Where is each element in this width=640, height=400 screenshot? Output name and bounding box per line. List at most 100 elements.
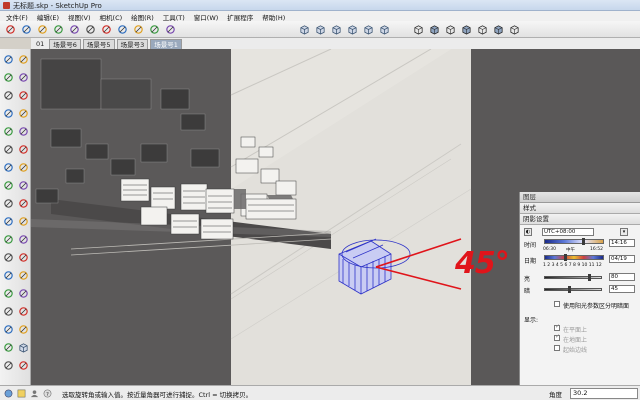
tray-shadows-header[interactable]: 阴影设置 [520,214,640,225]
section-icon[interactable] [17,323,30,336]
hidden-line-icon[interactable] [460,23,473,36]
push-pull-icon[interactable] [116,23,129,36]
from-edges-checkbox[interactable] [554,345,560,351]
zoom-extents-icon[interactable] [2,341,15,354]
arc-icon[interactable] [2,143,15,156]
line-icon[interactable] [2,89,15,102]
menu-draw[interactable]: 绘图(R) [127,11,159,22]
paint-bucket-icon[interactable] [164,23,177,36]
circle-icon[interactable] [2,125,15,138]
iso-view-icon[interactable] [298,23,311,36]
dark-slider[interactable] [544,288,602,291]
use-sun-checkbox[interactable] [554,301,560,307]
measurements-box[interactable]: 30.2 [570,388,638,399]
push-pull-icon[interactable] [2,161,15,174]
previous-view-icon[interactable] [17,341,30,354]
help-icon[interactable]: ? [43,389,52,398]
date-field[interactable]: 04/19 [609,255,635,263]
shaded-textures-icon[interactable] [492,23,505,36]
dark-slider-thumb[interactable] [568,286,571,293]
scale-icon[interactable] [17,197,30,210]
zoom-extents-icon[interactable] [84,23,97,36]
front-view-icon[interactable] [330,23,343,36]
position-camera-icon[interactable] [2,323,15,336]
tape-measure-icon[interactable] [132,23,145,36]
zoom-window-icon[interactable] [68,23,81,36]
offset-icon[interactable] [2,197,15,210]
eraser-icon[interactable] [148,23,161,36]
geo-location-icon[interactable] [4,389,13,398]
monochrome-icon[interactable] [508,23,521,36]
scene-tab[interactable]: 场景号5 [82,39,115,49]
warehouse-icon[interactable] [17,359,30,372]
zoom-icon[interactable] [2,287,15,300]
xray-icon[interactable] [412,23,425,36]
menu-view[interactable]: 视图(V) [64,11,96,22]
menu-window[interactable]: 窗口(W) [190,11,224,22]
follow-me-icon[interactable] [17,161,30,174]
on-faces-checkbox[interactable] [554,323,560,331]
eraser-icon[interactable] [17,53,30,66]
select-icon[interactable] [4,23,17,36]
right-view-icon[interactable] [346,23,359,36]
3d-text-icon[interactable] [17,251,30,264]
time-slider-thumb[interactable] [582,238,585,245]
paint-bucket-icon[interactable] [2,71,15,84]
time-field[interactable]: 14:16 [609,239,635,247]
menu-edit[interactable]: 编辑(E) [33,11,64,22]
walk-icon[interactable] [2,305,15,318]
menu-help[interactable]: 帮助(H) [258,11,290,22]
freehand-icon[interactable] [17,89,30,102]
scene-tab[interactable]: 场景号3 [116,39,149,49]
rotated-rectangle-icon[interactable] [17,107,30,120]
sandbox-icon[interactable] [2,359,15,372]
user-icon[interactable] [30,389,39,398]
menu-extensions[interactable]: 扩展程序 [223,11,258,22]
pan-icon[interactable] [17,269,30,282]
wireframe-icon[interactable] [444,23,457,36]
scene-tab-active[interactable]: 场景号1 [150,39,182,49]
pie-icon[interactable] [17,143,30,156]
date-slider-thumb[interactable] [564,254,567,261]
menu-file[interactable]: 文件(F) [2,11,33,22]
select-icon[interactable] [2,53,15,66]
credits-icon[interactable] [17,389,26,398]
component-icon[interactable] [17,71,30,84]
pan-icon[interactable] [36,23,49,36]
light-slider[interactable] [544,276,602,279]
orbit-icon[interactable] [20,23,33,36]
orbit-icon[interactable] [2,269,15,282]
shaded-icon[interactable] [476,23,489,36]
light-slider-thumb[interactable] [588,274,591,281]
zoom-icon[interactable] [52,23,65,36]
detail-toggle-icon[interactable]: ▾ [620,228,628,236]
sun-toggle-icon[interactable]: ◐ [524,228,532,236]
zoom-window-icon[interactable] [17,287,30,300]
time-slider[interactable] [544,239,604,244]
tray-layers-header[interactable]: 图层 [520,192,640,203]
light-field[interactable]: 80 [609,273,635,281]
axes-icon[interactable] [2,251,15,264]
menu-camera[interactable]: 相机(C) [96,11,128,22]
move-icon[interactable] [2,179,15,192]
tray-styles-header[interactable]: 样式 [520,203,640,214]
rotate-icon[interactable] [17,179,30,192]
rectangle-icon[interactable] [2,107,15,120]
menu-tools[interactable]: 工具(T) [159,11,190,22]
polygon-icon[interactable] [17,125,30,138]
date-slider[interactable] [544,255,604,260]
dark-field[interactable]: 45 [609,285,635,293]
back-edges-icon[interactable] [428,23,441,36]
protractor-icon[interactable] [2,233,15,246]
text-icon[interactable] [17,233,30,246]
rectangle-icon[interactable] [100,23,113,36]
look-around-icon[interactable] [17,305,30,318]
dimension-icon[interactable] [17,215,30,228]
left-view-icon[interactable] [378,23,391,36]
on-ground-checkbox[interactable] [554,333,560,341]
scene-tab-first[interactable]: 01 [33,39,47,49]
scene-tab[interactable]: 场景号6 [49,39,81,49]
tape-measure-icon[interactable] [2,215,15,228]
back-view-icon[interactable] [362,23,375,36]
timezone-select[interactable]: UTC+08:00 [542,228,594,236]
